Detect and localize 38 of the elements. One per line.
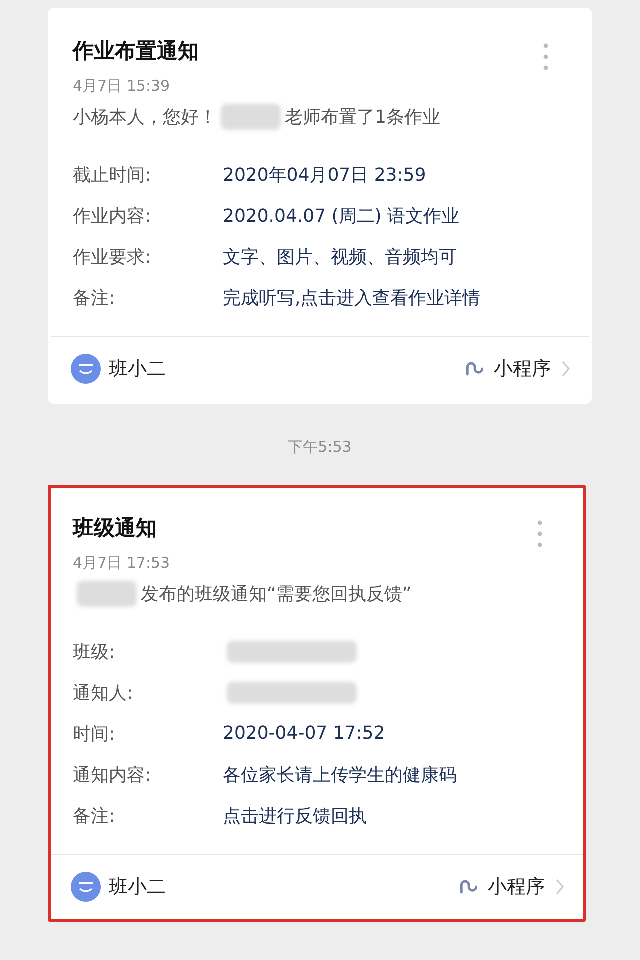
card-date: 4月7日 17:53	[72, 553, 172, 573]
chevron-icon	[561, 360, 571, 378]
field-value: 2020.04.07 (周二) 语文作业	[223, 204, 460, 228]
field-label: 备注:	[73, 804, 116, 828]
notification-card[interactable]: 班级通知 4月7日 17:53 发布的班级通知“需要您回执反馈” 班级: 通知人: 时间: 2020-04-07 17:52 通知内容: 各位家长请上传学生的健康码 备注: 点击进行反馈回执 班小二 小程序	[48, 485, 586, 922]
field-label: 备注:	[73, 286, 116, 310]
card-date: 4月7日 15:39	[72, 76, 172, 96]
source-name: 班小二	[109, 875, 166, 900]
field-value: 2020-04-07 17:52	[223, 723, 386, 744]
mini-program-label[interactable]: 小程序	[494, 356, 551, 382]
card-title: 班级通知	[73, 515, 157, 542]
field-label: 时间:	[73, 722, 116, 746]
intro-text: 发布的班级通知“需要您回执反馈”	[141, 583, 412, 606]
field-label: 作业要求:	[73, 246, 152, 268]
card-title: 作业布置通知	[73, 38, 199, 65]
field-label: 通知人:	[73, 682, 134, 704]
intro-text: 老师布置了1条作业	[285, 106, 440, 129]
field-label: 班级:	[73, 640, 116, 664]
more-icon[interactable]	[543, 43, 549, 71]
timestamp: 下午5:53	[287, 437, 353, 458]
more-icon[interactable]	[537, 520, 543, 548]
chevron-icon	[555, 878, 565, 896]
field-value: 各位家长请上传学生的健康码	[223, 764, 457, 786]
field-label: 通知内容:	[73, 764, 152, 786]
logo-icon	[71, 354, 101, 384]
redacted-blur	[77, 581, 137, 607]
redacted-blur	[221, 104, 281, 130]
intro-text: 小杨本人，您好！	[73, 106, 217, 129]
field-value: 2020年04月07日 23:59	[223, 164, 426, 186]
field-label: 作业内容:	[73, 204, 152, 228]
notification-card[interactable]: 作业布置通知 4月7日 15:39 小杨本人，您好！ 老师布置了1条作业 截止时间: 2020年04月07日 23:59 作业内容: 2020.04.07 (周二) 语文作业 作业要求: 文字、图片、视频、音频均可 备注: 完成听写,点击进入查看作业详情 班小二 小程序	[48, 8, 592, 404]
field-value: 文字、图片、视频、音频均可	[223, 246, 457, 268]
field-label: 截止时间:	[73, 164, 152, 186]
source-name: 班小二	[109, 357, 166, 382]
mini-program-label[interactable]: 小程序	[488, 874, 545, 900]
field-value: 点击进行反馈回执	[223, 804, 367, 828]
logo-icon	[71, 872, 101, 902]
field-value: 完成听写,点击进入查看作业详情	[223, 286, 481, 310]
